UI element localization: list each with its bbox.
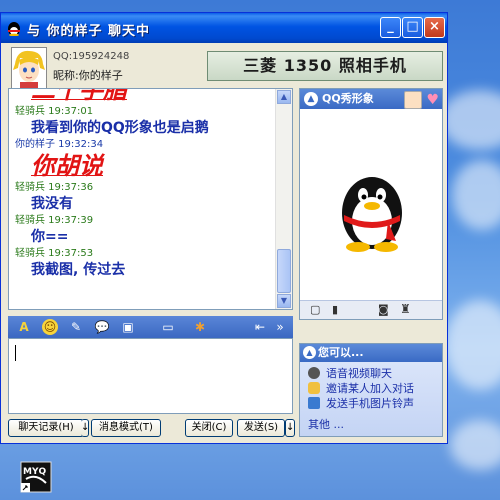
scroll-thumb[interactable] (277, 249, 291, 293)
send-phone-media-link[interactable]: 发送手机图片铃声 (300, 396, 442, 411)
signal-icon[interactable]: ▮ (332, 303, 338, 316)
message-mode-button[interactable]: 消息模式(T) (91, 419, 161, 437)
actions-title: 您可以... (318, 346, 364, 359)
message-input[interactable] (8, 338, 293, 414)
toggle-panel-icon[interactable]: ⇤ (252, 319, 268, 335)
chat-history-button[interactable]: 聊天记录(H) (8, 419, 84, 437)
close-window-button[interactable]: × (424, 17, 445, 38)
message-sender-timestamp: 你的样子 19:32:34 (15, 139, 104, 150)
send-button[interactable]: 发送(S) (237, 419, 285, 437)
chevron-up-icon[interactable]: ▲ (304, 92, 318, 106)
message-list: 二个手脂轻骑兵 19:37:01 我看到你的QQ形象也是启鹅你的样子 19:32:… (15, 88, 274, 280)
send-file-icon[interactable]: ✎ (68, 319, 84, 335)
message-text: 我截图, 传过去 (31, 262, 126, 278)
shirt-icon[interactable]: ♜ (400, 302, 411, 316)
desktop-shortcut-icon[interactable]: MYQ (20, 461, 52, 493)
title-bar[interactable]: 与 你的样子 聊天中 _ □ × (1, 13, 447, 43)
message-sender-timestamp: 轻骑兵 19:37:39 (15, 215, 94, 226)
window-icon[interactable]: ▢ (310, 303, 320, 316)
qq-penguin-avatar (342, 177, 402, 252)
message-text: 你== (31, 229, 69, 245)
cloud (445, 300, 500, 390)
camera-icon[interactable]: ◙ (378, 303, 389, 316)
text-caret (15, 345, 16, 361)
scroll-down-arrow-icon[interactable]: ▼ (277, 294, 291, 308)
camera-icon (308, 367, 320, 379)
cloud (452, 160, 500, 230)
cloud (450, 420, 500, 470)
message-sender-timestamp: 轻骑兵 19:37:53 (15, 248, 94, 259)
cloud (440, 90, 500, 150)
heart-icon[interactable]: ♥ (426, 90, 439, 110)
invite-icon (308, 382, 320, 394)
shortcut-icon-image: MYQ (20, 461, 52, 493)
expand-icon[interactable]: » (272, 319, 288, 335)
emoticon-icon[interactable]: ☺ (42, 319, 58, 335)
qq-show-toolbar: ▢ ▮ ◙ ♜ (300, 300, 442, 319)
ad-banner[interactable]: 三菱 1350 照相手机 (207, 51, 443, 81)
contact-nickname: 昵称:你的样子 (53, 69, 123, 82)
avatar-image (12, 48, 46, 88)
actions-panel: ▲ 您可以... 语音视频聊天 邀请某人加入对话 发送手机图片铃声 其他 ... (299, 343, 443, 437)
invite-to-chat-link[interactable]: 邀请某人加入对话 (300, 381, 442, 396)
message-text: 我看到你的QQ形象也是启鹅 (31, 120, 209, 136)
window-title: 与 你的样子 聊天中 (27, 24, 151, 39)
vertical-scrollbar[interactable]: ▲ ▼ (275, 89, 292, 309)
option-label: 邀请某人加入对话 (326, 382, 414, 395)
actions-header: ▲ 您可以... (300, 344, 442, 362)
scroll-up-arrow-icon[interactable]: ▲ (277, 90, 291, 104)
chevron-up-icon[interactable]: ▲ (303, 346, 316, 359)
message-text: 二个手脂 (31, 88, 127, 104)
voice-video-chat-link[interactable]: 语音视频聊天 (300, 366, 442, 381)
picture-icon[interactable]: ▭ (160, 319, 176, 335)
qq-show-panel: ▲ QQ秀形象 ♥ ▢ ▮ ◙ ♜ (299, 88, 443, 320)
message-text: 你胡说 (31, 151, 103, 180)
send-options-arrow[interactable]: ↓ (285, 419, 295, 437)
option-label: 发送手机图片铃声 (326, 397, 414, 410)
close-button[interactable]: 关闭(C) (185, 419, 233, 437)
minimize-button[interactable]: _ (380, 17, 401, 38)
message-toolbar: A ☺ ✎ 💬 ▣ ▭ ✱ ⇤ » (8, 316, 293, 338)
message-history[interactable]: 二个手脂轻骑兵 19:37:01 我看到你的QQ形象也是启鹅你的样子 19:32:… (8, 88, 293, 310)
qq-penguin-icon (8, 22, 20, 36)
more-options-link[interactable]: 其他 ... (300, 417, 442, 432)
qq-show-title: QQ秀形象 (322, 92, 374, 105)
font-icon[interactable]: A (16, 319, 32, 335)
user-face-icon[interactable] (404, 91, 422, 109)
qq-show-header: ▲ QQ秀形象 ♥ (300, 89, 442, 109)
screenshot-icon[interactable]: ▣ (120, 319, 136, 335)
contact-qq-number: QQ:195924248 (53, 51, 130, 62)
maximize-button[interactable]: □ (402, 17, 423, 38)
message-text: 我没有 (31, 196, 73, 212)
option-label: 语音视频聊天 (326, 367, 392, 380)
chat-bubble-icon[interactable]: 💬 (94, 319, 110, 335)
shortcut-icon-label: MYQ (23, 467, 46, 477)
message-sender-timestamp: 轻骑兵 19:37:01 (15, 106, 94, 117)
message-sender-timestamp: 轻骑兵 19:37:36 (15, 182, 94, 193)
phone-icon (308, 397, 320, 409)
chat-window: 与 你的样子 聊天中 _ □ × QQ:195924248 昵称:你的样子 三菱… (0, 12, 448, 444)
history-dropdown-arrow[interactable]: ↓ (81, 419, 89, 437)
contact-avatar[interactable] (11, 47, 47, 89)
option-label: 其他 ... (308, 418, 344, 431)
effects-icon[interactable]: ✱ (192, 319, 208, 335)
